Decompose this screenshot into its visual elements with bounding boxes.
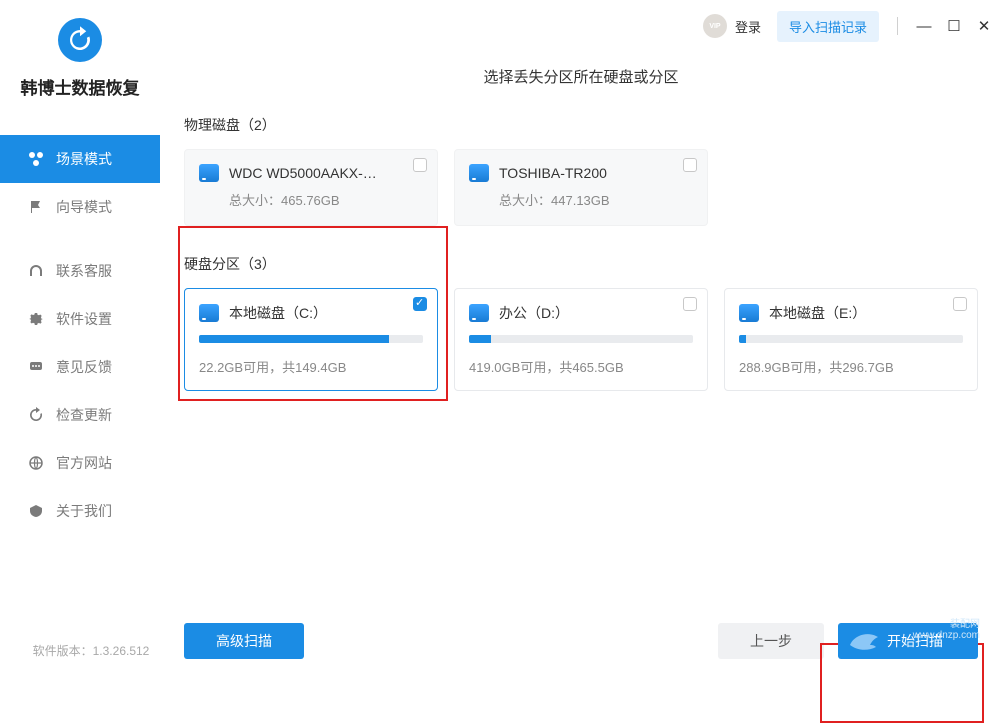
sidebar-item-label: 检查更新: [56, 405, 112, 425]
drive-icon: [739, 304, 759, 322]
start-scan-button[interactable]: 开始扫描 装配网 www.dnzp.com: [838, 623, 978, 659]
usage-fill: [199, 335, 389, 343]
content: 选择丢失分区所在硬盘或分区 物理磁盘（2） WDC WD5000AAKX-… 总…: [160, 52, 1006, 677]
app-logo-icon: [58, 18, 102, 62]
scene-icon: [28, 151, 44, 167]
flag-icon: [28, 199, 44, 215]
footer: 高级扫描 上一步 开始扫描 装配网 www.dnzp.com: [184, 623, 978, 659]
separator: [897, 17, 898, 35]
partition-section: 硬盘分区（3） 本地磁盘（C:） 22.2GB可用，共149.4GB: [184, 254, 978, 391]
sidebar-item-label: 场景模式: [56, 149, 112, 169]
sidebar-item-scene[interactable]: 场景模式: [0, 135, 160, 183]
sidebar-item-label: 官方网站: [56, 453, 112, 473]
dolphin-icon: [846, 627, 882, 653]
partition-name: 本地磁盘（E:）: [769, 303, 866, 323]
avatar-badge: VIP: [709, 23, 720, 30]
login-link[interactable]: 登录: [735, 17, 761, 36]
partition-card-c[interactable]: 本地磁盘（C:） 22.2GB可用，共149.4GB: [184, 288, 438, 391]
avatar[interactable]: VIP: [703, 14, 727, 38]
partition-usage: 288.9GB可用，共296.7GB: [739, 357, 963, 376]
checkbox[interactable]: [683, 158, 697, 172]
partition-usage: 22.2GB可用，共149.4GB: [199, 357, 423, 376]
start-scan-wrap: 开始扫描 装配网 www.dnzp.com: [838, 623, 978, 659]
feedback-icon: [28, 359, 44, 375]
usage-fill: [739, 335, 746, 343]
sidebar-item-label: 意见反馈: [56, 357, 112, 377]
sidebar-item-wizard[interactable]: 向导模式: [0, 183, 160, 231]
physical-disk-card[interactable]: WDC WD5000AAKX-… 总大小：465.76GB: [184, 149, 438, 226]
sidebar-item-about[interactable]: 关于我们: [0, 487, 160, 535]
sidebar-item-feedback[interactable]: 意见反馈: [0, 343, 160, 391]
usage-bar: [199, 335, 423, 343]
start-scan-label: 开始扫描: [887, 631, 943, 651]
nav-list: 场景模式 向导模式 联系客服 软件设置 意见反馈 检查更新 官方网站: [0, 135, 160, 535]
physical-disk-section-title: 物理磁盘（2）: [184, 115, 978, 135]
sidebar-item-support[interactable]: 联系客服: [0, 247, 160, 295]
window-controls: — ☐ ✕: [916, 19, 992, 34]
partition-card-d[interactable]: 办公（D:） 419.0GB可用，共465.5GB: [454, 288, 708, 391]
usage-bar: [469, 335, 693, 343]
version-label: 软件版本：1.3.26.512: [0, 642, 182, 659]
page-title: 选择丢失分区所在硬盘或分区: [184, 66, 978, 87]
app-name: 韩博士数据恢复: [0, 74, 160, 99]
checkbox[interactable]: [953, 297, 967, 311]
partition-usage: 419.0GB可用，共465.5GB: [469, 357, 693, 376]
minimize-icon[interactable]: —: [916, 19, 932, 34]
main-area: VIP 登录 导入扫描记录 — ☐ ✕ 选择丢失分区所在硬盘或分区 物理磁盘（2…: [160, 0, 1006, 677]
sidebar-item-update[interactable]: 检查更新: [0, 391, 160, 439]
disk-name: WDC WD5000AAKX-…: [229, 165, 377, 181]
disk-size: 总大小：465.76GB: [229, 190, 423, 209]
disk-icon: [199, 164, 219, 182]
checkbox[interactable]: [413, 297, 427, 311]
maximize-icon[interactable]: ☐: [946, 19, 962, 34]
partition-section-title: 硬盘分区（3）: [184, 254, 978, 274]
drive-icon: [199, 304, 219, 322]
usage-bar: [739, 335, 963, 343]
checkbox[interactable]: [683, 297, 697, 311]
globe-icon: [28, 455, 44, 471]
usage-fill: [469, 335, 491, 343]
sidebar-item-website[interactable]: 官方网站: [0, 439, 160, 487]
partition-name: 办公（D:）: [499, 303, 569, 323]
sidebar: 韩博士数据恢复 场景模式 向导模式 联系客服 软件设置 意见反馈 检查更新: [0, 0, 160, 677]
titlebar: VIP 登录 导入扫描记录 — ☐ ✕: [160, 0, 1006, 52]
logo-area: 韩博士数据恢复: [0, 0, 160, 111]
import-scan-button[interactable]: 导入扫描记录: [777, 11, 879, 42]
update-icon: [28, 407, 44, 423]
sidebar-item-settings[interactable]: 软件设置: [0, 295, 160, 343]
checkbox[interactable]: [413, 158, 427, 172]
prev-button[interactable]: 上一步: [718, 623, 824, 659]
partition-row: 本地磁盘（C:） 22.2GB可用，共149.4GB 办公（D:） 419.0G…: [184, 288, 978, 391]
disk-name: TOSHIBA-TR200: [499, 165, 607, 181]
physical-disk-card[interactable]: TOSHIBA-TR200 总大小：447.13GB: [454, 149, 708, 226]
sidebar-item-label: 关于我们: [56, 501, 112, 521]
partition-name: 本地磁盘（C:）: [229, 303, 327, 323]
gear-icon: [28, 311, 44, 327]
partition-card-e[interactable]: 本地磁盘（E:） 288.9GB可用，共296.7GB: [724, 288, 978, 391]
headset-icon: [28, 263, 44, 279]
physical-disk-row: WDC WD5000AAKX-… 总大小：465.76GB TOSHIBA-TR…: [184, 149, 978, 226]
sidebar-item-label: 联系客服: [56, 261, 112, 281]
disk-icon: [469, 164, 489, 182]
sidebar-item-label: 软件设置: [56, 309, 112, 329]
disk-size: 总大小：447.13GB: [499, 190, 693, 209]
drive-icon: [469, 304, 489, 322]
about-icon: [28, 503, 44, 519]
sidebar-item-label: 向导模式: [56, 197, 112, 217]
deep-scan-button[interactable]: 高级扫描: [184, 623, 304, 659]
close-icon[interactable]: ✕: [976, 19, 992, 34]
